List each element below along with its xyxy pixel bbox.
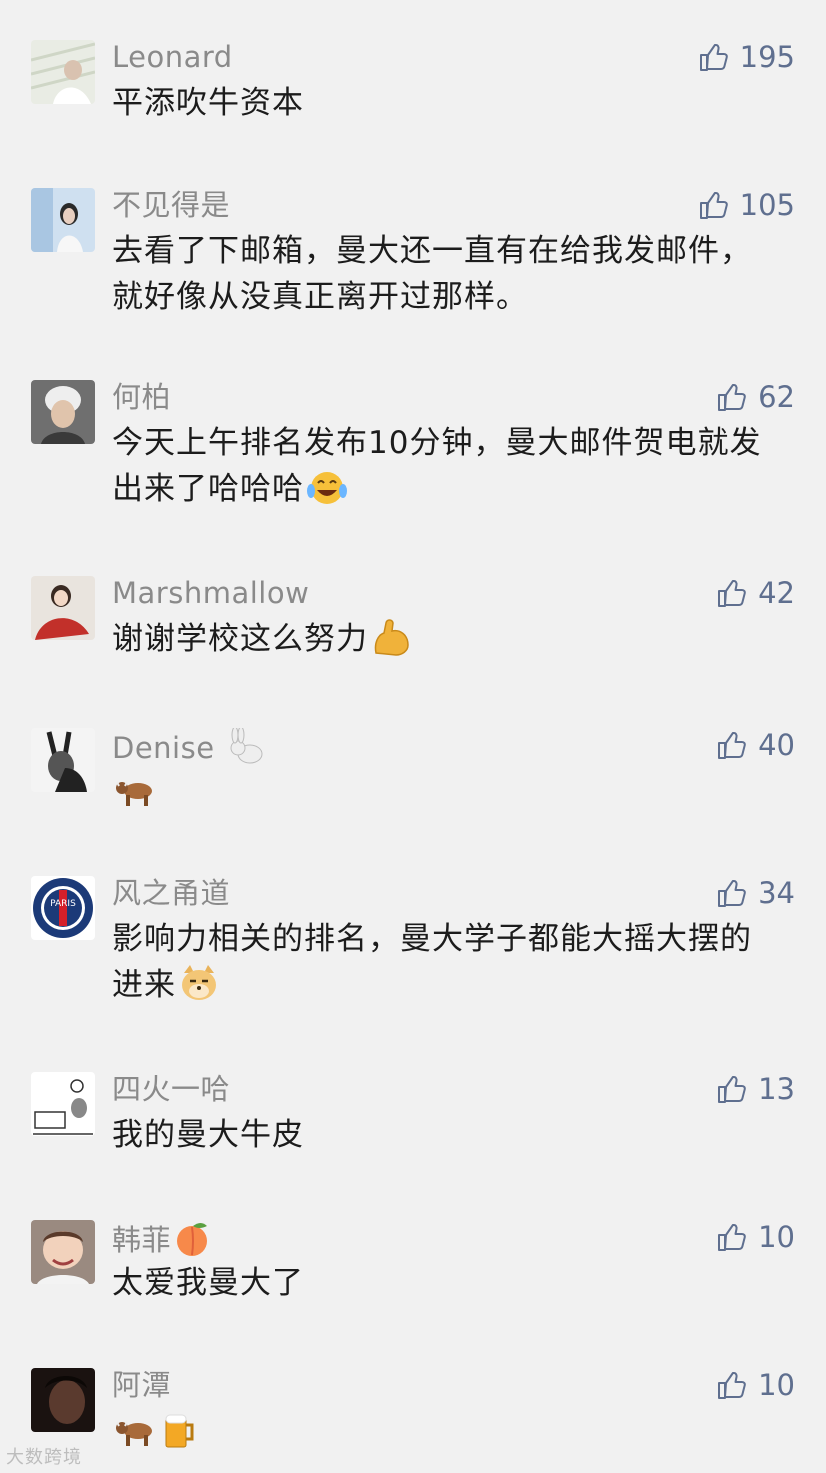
doge-emoji — [178, 963, 220, 1003]
commenter-name[interactable]: Denise — [112, 728, 268, 765]
beer-emoji — [160, 1409, 198, 1449]
avatar[interactable] — [31, 576, 95, 640]
avatar[interactable] — [31, 1072, 95, 1136]
commenter-name[interactable]: 阿潭 — [112, 1368, 171, 1402]
ox-emoji — [114, 775, 158, 809]
commenter-name[interactable]: 四火一哈 — [112, 1072, 230, 1106]
like-count: 10 — [758, 1368, 795, 1402]
commenter-name[interactable]: Marshmallow — [112, 576, 309, 610]
thumbs-up-icon — [716, 1221, 748, 1253]
avatar[interactable] — [31, 728, 95, 792]
like-button[interactable]: 195 — [698, 40, 795, 74]
commenter-name[interactable]: Leonard — [112, 40, 233, 74]
ox-emoji — [114, 1415, 158, 1449]
comment-text: 今天上午排名发布10分钟，曼大邮件贺电就发 出来了哈哈哈 — [112, 425, 762, 507]
thumbs-up-icon — [698, 189, 730, 221]
comment-item: 阿潭 10 — [0, 1368, 826, 1468]
like-count: 13 — [758, 1072, 795, 1106]
thumbs-up-icon — [716, 729, 748, 761]
comment-item: Leonard 195 平添吹牛资本 — [0, 40, 826, 170]
comment-text: 我的曼大牛皮 — [112, 1117, 304, 1153]
comment-item: PARIS 风之甬道 34 影响力相关的排名，曼大学子都能大摇大摆的 进来 — [0, 876, 826, 1046]
avatar[interactable] — [31, 380, 95, 444]
avatar[interactable] — [31, 40, 95, 104]
flexed-biceps-emoji — [370, 617, 412, 657]
comment-text: 平添吹牛资本 — [112, 85, 304, 121]
like-button[interactable]: 34 — [716, 876, 795, 910]
avatar[interactable]: PARIS — [31, 876, 95, 940]
like-count: 10 — [758, 1220, 795, 1254]
rabbit-emoji — [226, 728, 268, 766]
like-button[interactable]: 105 — [698, 188, 795, 222]
thumbs-up-icon — [716, 877, 748, 909]
comment-item: 四火一哈 13 我的曼大牛皮 — [0, 1072, 826, 1192]
avatar[interactable] — [31, 188, 95, 252]
commenter-name[interactable]: 风之甬道 — [112, 876, 230, 910]
comment-item: Marshmallow 42 谢谢学校这么努力 — [0, 576, 826, 696]
like-count: 195 — [739, 40, 795, 74]
tears-of-joy-emoji — [306, 469, 348, 507]
like-button[interactable]: 40 — [716, 728, 795, 762]
commenter-name[interactable]: 何柏 — [112, 380, 171, 414]
commenter-name[interactable]: 不见得是 — [112, 188, 230, 222]
comment-item: Denise 40 — [0, 728, 826, 848]
like-count: 62 — [758, 380, 795, 414]
avatar[interactable] — [31, 1368, 95, 1432]
comment-item: 何柏 62 今天上午排名发布10分钟，曼大邮件贺电就发 出来了哈哈哈 — [0, 380, 826, 550]
thumbs-up-icon — [716, 381, 748, 413]
comment-text — [112, 1408, 802, 1454]
comment-item: 韩菲 10 太爱我曼大了 — [0, 1220, 826, 1340]
watermark: 大数跨境 — [6, 1447, 82, 1468]
comment-text: 去看了下邮箱，曼大还一直有在给我发邮件， 就好像从没真正离开过那样。 — [112, 233, 752, 315]
like-button[interactable]: 62 — [716, 380, 795, 414]
thumbs-up-icon — [698, 41, 730, 73]
thumbs-up-icon — [716, 1073, 748, 1105]
comment-text: 谢谢学校这么努力 — [112, 616, 802, 662]
like-count: 42 — [758, 576, 795, 610]
like-button[interactable]: 10 — [716, 1368, 795, 1402]
like-button[interactable]: 13 — [716, 1072, 795, 1106]
peach-emoji — [173, 1220, 211, 1258]
comment-text — [112, 768, 802, 814]
avatar[interactable] — [31, 1220, 95, 1284]
comment-text: 影响力相关的排名，曼大学子都能大摇大摆的 进来 — [112, 921, 752, 1003]
thumbs-up-icon — [716, 1369, 748, 1401]
like-count: 34 — [758, 876, 795, 910]
badge-text: PARIS — [50, 899, 76, 909]
thumbs-up-icon — [716, 577, 748, 609]
commenter-name[interactable]: 韩菲 — [112, 1220, 211, 1257]
like-count: 105 — [739, 188, 795, 222]
comment-text: 太爱我曼大了 — [112, 1265, 304, 1301]
like-count: 40 — [758, 728, 795, 762]
like-button[interactable]: 10 — [716, 1220, 795, 1254]
comment-item: 不见得是 105 去看了下邮箱，曼大还一直有在给我发邮件， 就好像从没真正离开过那… — [0, 188, 826, 358]
like-button[interactable]: 42 — [716, 576, 795, 610]
